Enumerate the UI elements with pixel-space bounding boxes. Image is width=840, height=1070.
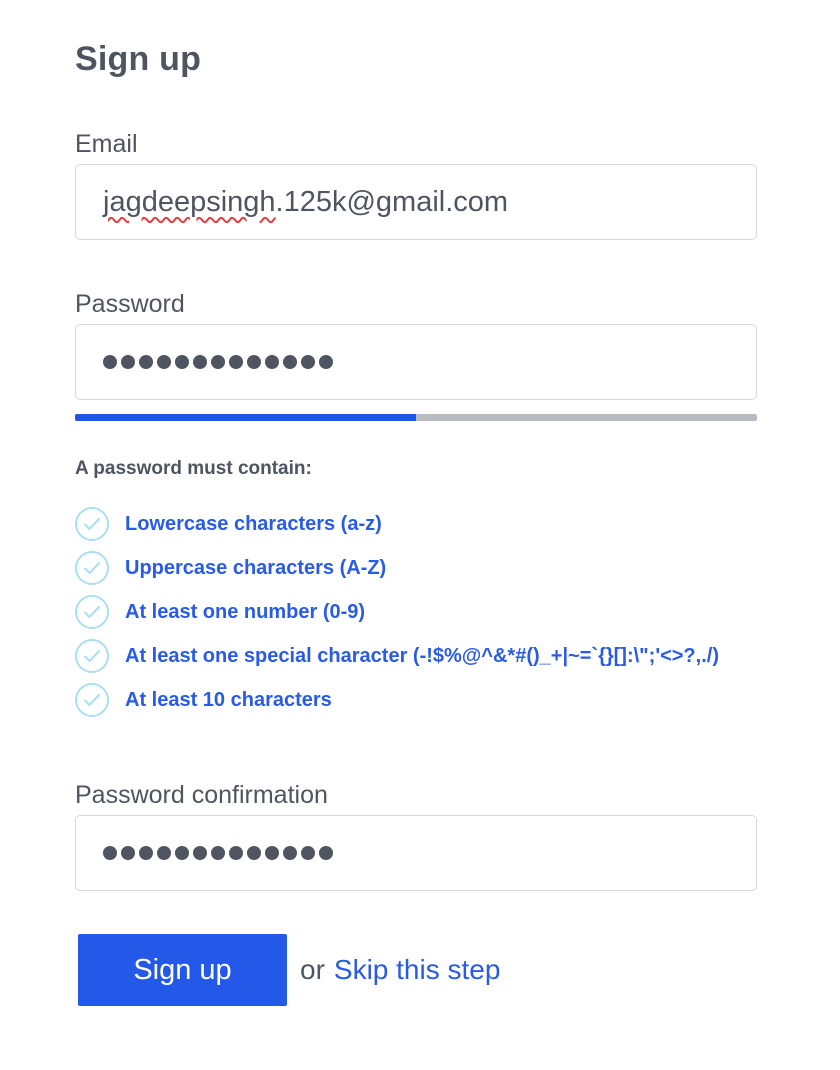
email-label: Email [75,130,138,158]
password-mask-dot [319,846,333,860]
password-mask-dot [157,846,171,860]
password-mask-dot [301,846,315,860]
password-mask-dot [283,846,297,860]
requirement-item: At least 10 characters [75,678,719,722]
password-mask-dot [103,846,117,860]
password-mask-dot [319,355,333,369]
password-mask-dot [175,355,189,369]
password-strength-bar [75,414,757,421]
check-circle-icon [75,507,109,541]
requirement-label: Uppercase characters (A-Z) [125,556,387,579]
password-mask-dot [229,846,243,860]
check-circle-icon [75,595,109,629]
password-label: Password [75,290,185,318]
password-mask-dot [247,846,261,860]
email-value-misspelled: jagdeepsingh [103,185,276,218]
password-field[interactable] [75,324,757,400]
requirement-label: At least one number (0-9) [125,600,366,623]
password-mask-dot [175,846,189,860]
password-mask-dot [139,846,153,860]
or-text: or [300,954,325,985]
requirement-item: At least one number (0-9) [75,590,719,634]
password-mask-dot [301,355,315,369]
requirement-label: Lowercase characters (a-z) [125,512,382,535]
password-mask-dot [283,355,297,369]
requirement-label: At least one special character (-!$%@^&*… [125,644,719,667]
password-mask-dot [193,355,207,369]
requirement-item: At least one special character (-!$%@^&*… [75,634,719,678]
check-circle-icon [75,551,109,585]
password-mask-dot [247,355,261,369]
password-confirmation-field[interactable] [75,815,757,891]
password-mask-dot [103,355,117,369]
password-confirmation-label: Password confirmation [75,781,328,809]
form-actions: Sign up or Skip this step [78,934,500,1006]
password-mask-dot [139,355,153,369]
skip-this-step-link[interactable]: Skip this step [334,954,501,986]
password-mask-dot [265,355,279,369]
requirement-label: At least 10 characters [125,688,332,711]
password-masked-value [103,355,333,369]
email-value: jagdeepsingh.125k@gmail.com [103,186,508,219]
check-circle-icon [75,639,109,673]
password-mask-dot [121,355,135,369]
password-confirmation-masked-value [103,846,333,860]
password-mask-dot [229,355,243,369]
password-mask-dot [193,846,207,860]
requirement-item: Lowercase characters (a-z) [75,502,719,546]
email-value-rest: .125k@gmail.com [275,185,509,218]
password-mask-dot [211,355,225,369]
email-field[interactable]: jagdeepsingh.125k@gmail.com [75,164,757,240]
requirement-item: Uppercase characters (A-Z) [75,546,719,590]
password-strength-fill [75,414,416,421]
password-mask-dot [157,355,171,369]
password-mask-dot [211,846,225,860]
check-circle-icon [75,683,109,717]
page-title: Sign up [75,40,202,78]
password-mask-dot [121,846,135,860]
sign-up-button[interactable]: Sign up [78,934,287,1006]
password-mask-dot [265,846,279,860]
requirements-list: Lowercase characters (a-z) Uppercase cha… [75,502,719,722]
requirements-heading: A password must contain: [75,458,312,479]
